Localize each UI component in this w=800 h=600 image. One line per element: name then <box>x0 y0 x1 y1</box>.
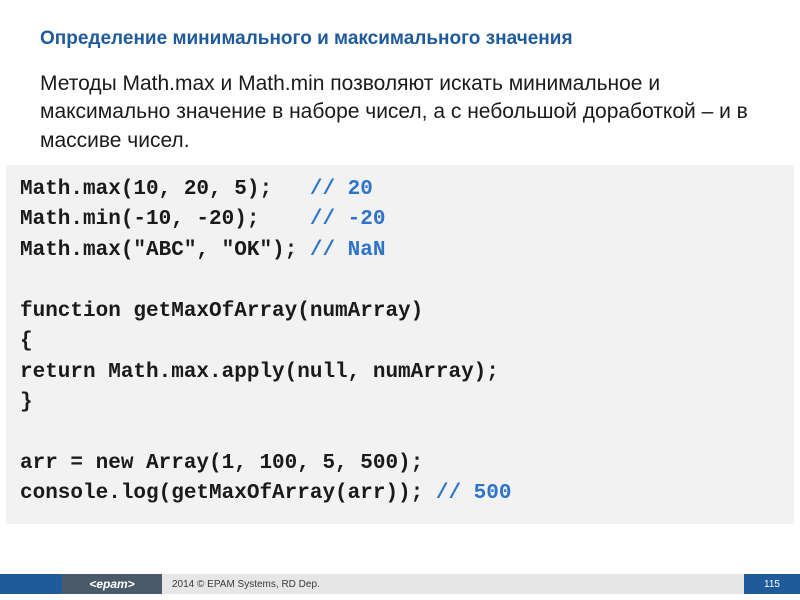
footer-accent <box>0 574 62 594</box>
code-comment: // 500 <box>436 482 512 505</box>
code-line: function getMaxOfArray(numArray) <box>20 300 423 323</box>
footer-logo: <epam> <box>62 574 162 594</box>
slide-footer: <epam> 2014 © EPAM Systems, RD Dep. 115 <box>0 574 800 594</box>
code-line: Math.max("ABC", "OK"); <box>20 239 310 262</box>
code-comment: // -20 <box>310 208 386 231</box>
code-comment: // NaN <box>310 239 386 262</box>
slide-body-text: Методы Math.max и Math.min позволяют иск… <box>0 64 800 165</box>
code-line: Math.min(-10, -20); <box>20 208 310 231</box>
code-line: arr = new Array(1, 100, 5, 500); <box>20 452 423 475</box>
code-line: } <box>20 391 33 414</box>
code-line: { <box>20 330 33 353</box>
code-line: return Math.max.apply(null, numArray); <box>20 361 499 384</box>
code-line: Math.max(10, 20, 5); <box>20 178 310 201</box>
slide-title: Определение минимального и максимального… <box>0 0 800 64</box>
code-line: console.log(getMaxOfArray(arr)); <box>20 482 436 505</box>
footer-page-number: 115 <box>744 574 800 594</box>
code-block: Math.max(10, 20, 5); // 20 Math.min(-10,… <box>6 165 794 524</box>
code-comment: // 20 <box>310 178 373 201</box>
footer-copyright: 2014 © EPAM Systems, RD Dep. <box>162 574 744 594</box>
